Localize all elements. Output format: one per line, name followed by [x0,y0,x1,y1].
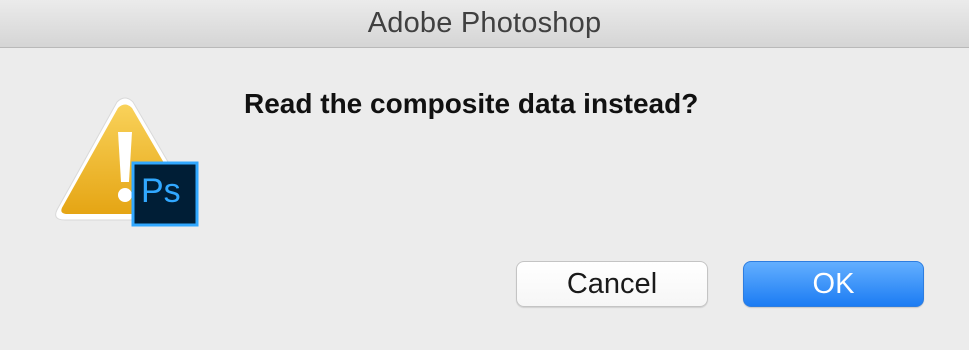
dialog-message: Read the composite data instead? [244,88,699,119]
title-bar[interactable]: Adobe Photoshop [0,0,969,48]
ok-button[interactable]: OK [743,261,924,307]
photoshop-badge-text: Ps [141,172,181,210]
alert-dialog-window: Adobe Photoshop Ps Read the composite da… [0,0,969,350]
cancel-button[interactable]: Cancel [516,261,708,307]
window-title: Adobe Photoshop [367,7,602,39]
ok-button-label: OK [812,267,855,300]
cancel-button-label: Cancel [566,267,658,300]
